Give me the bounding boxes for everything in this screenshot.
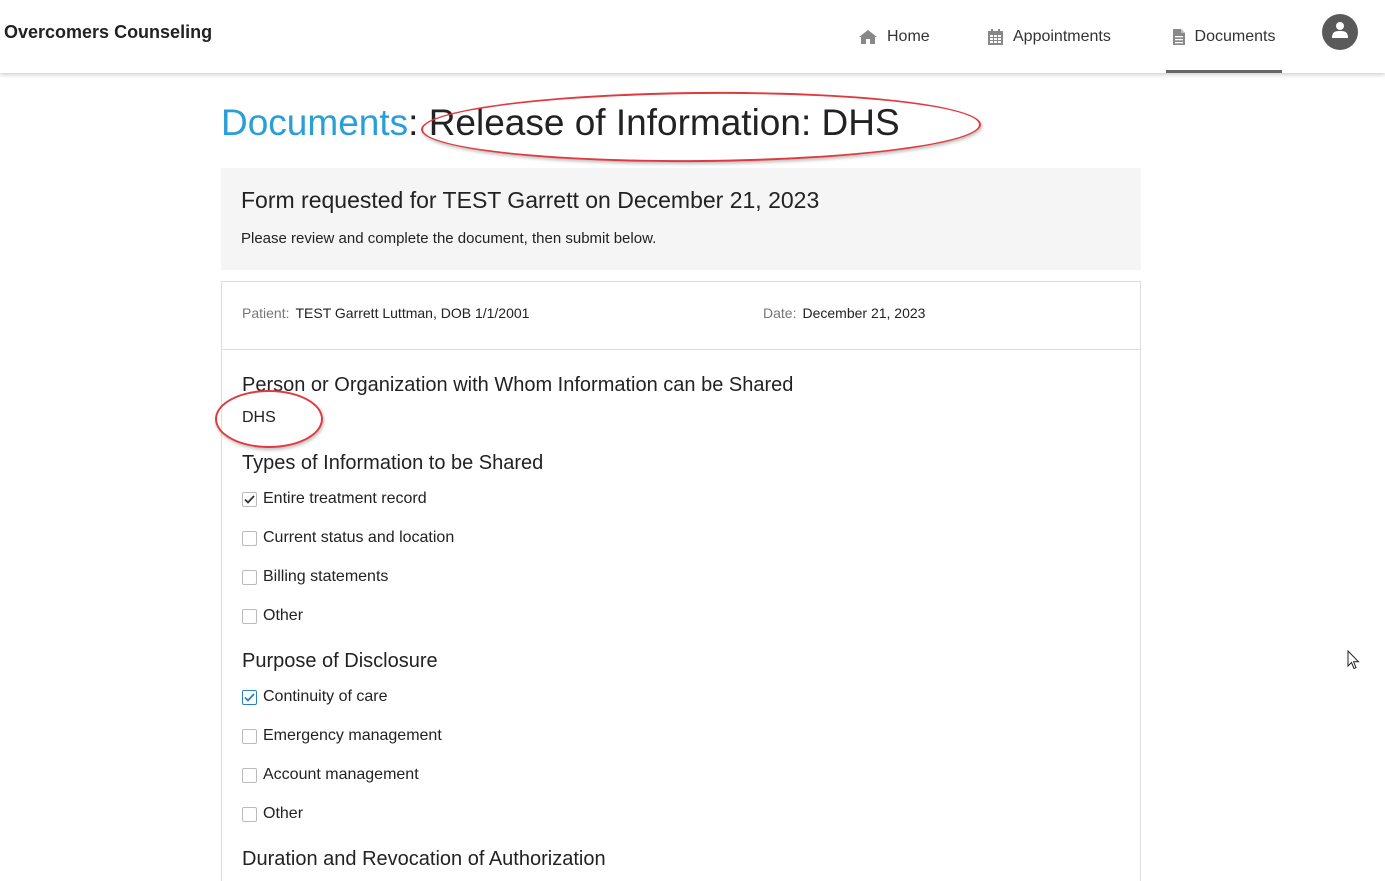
checkbox-purpose-other[interactable]: Other xyxy=(242,805,303,823)
date-value: December 21, 2023 xyxy=(802,305,926,321)
checkbox-current-status-location[interactable]: Current status and location xyxy=(242,529,454,547)
user-avatar-button[interactable] xyxy=(1322,14,1358,50)
checkbox[interactable] xyxy=(242,491,257,507)
info-types-section-title: Types of Information to be Shared xyxy=(242,452,544,474)
recipient-section-title: Person or Organization with Whom Informa… xyxy=(242,374,794,396)
nav-home-label: Home xyxy=(887,27,930,45)
checkmark-icon xyxy=(244,692,255,702)
page-title: Documents: Release of Information: DHS xyxy=(221,102,900,144)
patient-label: Patient: xyxy=(242,305,290,321)
checkbox-info-other[interactable]: Other xyxy=(242,607,303,625)
nav-appointments-label: Appointments xyxy=(1013,27,1111,45)
duration-section-title: Duration and Revocation of Authorization xyxy=(242,848,606,870)
checkbox[interactable] xyxy=(242,728,257,744)
request-heading: Form requested for TEST Garrett on Decem… xyxy=(241,187,820,213)
document-header: Patient: TEST Garrett Luttman, DOB 1/1/20… xyxy=(222,282,1140,350)
nav-appointments[interactable]: Appointments xyxy=(988,0,1111,73)
checkbox[interactable] xyxy=(242,689,257,705)
brand-name[interactable]: Overcomers Counseling xyxy=(4,22,212,43)
document-title: Release of Information: DHS xyxy=(428,102,900,143)
request-panel: Form requested for TEST Garrett on Decem… xyxy=(221,168,1141,270)
breadcrumb-separator: : xyxy=(408,102,419,143)
patient-value: TEST Garrett Luttman, DOB 1/1/2001 xyxy=(295,305,530,321)
date-label: Date: xyxy=(763,305,797,321)
home-icon xyxy=(859,29,877,44)
date-info: Date: December 21, 2023 xyxy=(763,305,925,321)
document-icon xyxy=(1172,28,1185,45)
patient-info: Patient: TEST Garrett Luttman, DOB 1/1/20… xyxy=(242,305,529,321)
checkbox[interactable] xyxy=(242,608,257,624)
checkbox-account-management[interactable]: Account management xyxy=(242,766,419,784)
breadcrumb-documents-link[interactable]: Documents xyxy=(221,102,408,143)
top-navbar: Overcomers Counseling Home Appointments xyxy=(0,0,1385,73)
user-icon xyxy=(1332,21,1348,44)
checkbox[interactable] xyxy=(242,767,257,783)
checkbox-label: Other xyxy=(263,607,304,624)
checkbox[interactable] xyxy=(242,806,257,822)
checkbox-label: Billing statements xyxy=(263,568,389,585)
checkbox-label: Other xyxy=(263,805,304,822)
checkbox-continuity-of-care[interactable]: Continuity of care xyxy=(242,688,388,706)
document-card: Patient: TEST Garrett Luttman, DOB 1/1/20… xyxy=(215,281,1141,881)
checkbox[interactable] xyxy=(242,569,257,585)
checkbox-label: Current status and location xyxy=(263,529,455,546)
checkbox-billing-statements[interactable]: Billing statements xyxy=(242,568,388,586)
nav-documents[interactable]: Documents xyxy=(1166,0,1282,73)
checkbox-entire-treatment-record[interactable]: Entire treatment record xyxy=(242,490,427,508)
checkbox-label: Entire treatment record xyxy=(263,490,427,507)
checkbox-emergency-management[interactable]: Emergency management xyxy=(242,727,442,745)
calendar-icon xyxy=(988,28,1003,45)
checkbox-label: Account management xyxy=(263,766,419,783)
checkbox[interactable] xyxy=(242,530,257,546)
nav-home[interactable]: Home xyxy=(859,0,930,73)
recipient-value: DHS xyxy=(242,409,276,426)
purpose-section-title: Purpose of Disclosure xyxy=(242,650,438,672)
mouse-cursor-icon xyxy=(1347,649,1361,675)
checkbox-label: Emergency management xyxy=(263,727,442,744)
request-instructions: Please review and complete the document,… xyxy=(241,230,657,247)
checkmark-icon xyxy=(244,494,255,504)
checkbox-label: Continuity of care xyxy=(263,688,388,705)
nav-documents-label: Documents xyxy=(1194,27,1276,45)
